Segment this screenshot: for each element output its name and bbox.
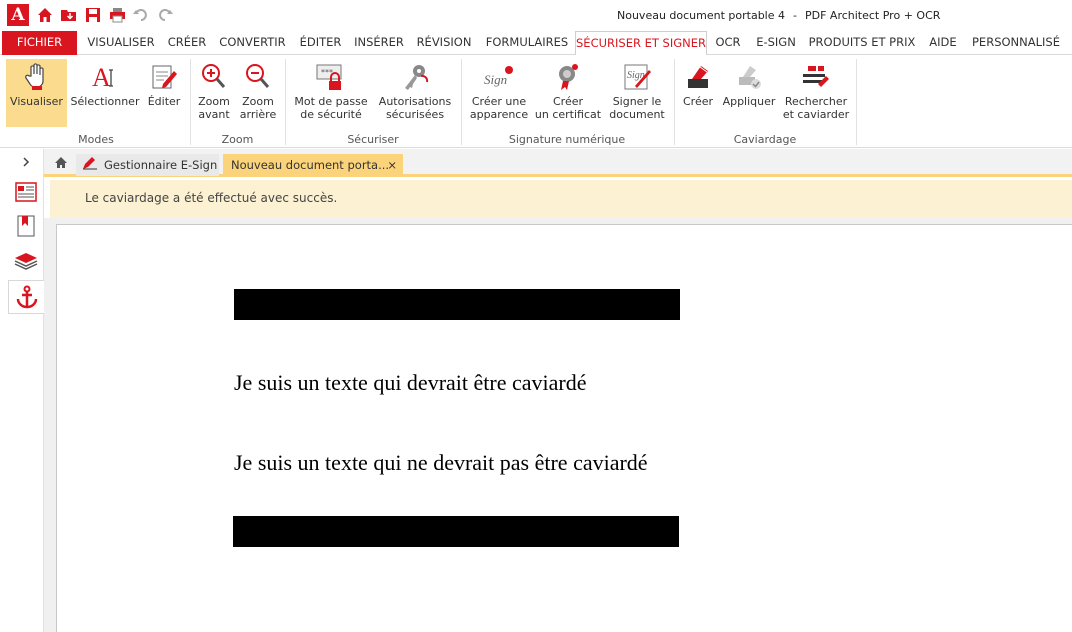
notification-text: Le caviardage a été effectué avec succès… bbox=[85, 191, 338, 205]
title-bar: A Nouveau document portable 4- PDF Archit… bbox=[0, 0, 1072, 31]
redaction-box bbox=[233, 516, 679, 547]
document-line-2: Je suis un texte qui ne devrait pas être… bbox=[234, 450, 648, 475]
document-page: Je suis un texte qui devrait être caviar… bbox=[56, 224, 1072, 632]
selectionner-button[interactable]: A Sélectionner bbox=[70, 59, 140, 127]
key-icon bbox=[375, 59, 455, 95]
hand-icon bbox=[6, 59, 67, 95]
document-line-1: Je suis un texte qui devrait être caviar… bbox=[234, 370, 587, 395]
ribbon: Visualiser A Sélectionner Éditer Modes Z… bbox=[0, 55, 1072, 148]
left-sidebar bbox=[0, 149, 44, 632]
redaction-box bbox=[234, 289, 680, 320]
tab-esign[interactable]: E-SIGN bbox=[751, 31, 801, 55]
anchor-icon[interactable] bbox=[8, 280, 44, 314]
menu-fichier[interactable]: FICHIER bbox=[2, 31, 77, 55]
tab-convertir[interactable]: CONVERTIR bbox=[215, 31, 290, 55]
tab-securiser-et-signer[interactable]: SÉCURISER ET SIGNER bbox=[575, 31, 707, 56]
zoom-avant-button[interactable]: Zoom avant bbox=[194, 59, 234, 127]
save-icon[interactable] bbox=[83, 4, 103, 26]
creer-apparence-button[interactable]: Sign Créer une apparence bbox=[468, 59, 530, 127]
app-logo[interactable]: A bbox=[7, 4, 29, 26]
group-label-zoom: Zoom bbox=[221, 133, 254, 146]
certificate-icon bbox=[534, 59, 602, 95]
zoom-arriere-button[interactable]: Zoom arrière bbox=[237, 59, 279, 127]
tab-current-document[interactable]: Nouveau document porta... × bbox=[223, 154, 403, 176]
creer-certificat-button[interactable]: Créer un certificat bbox=[534, 59, 602, 127]
zoom-in-icon bbox=[194, 59, 234, 95]
signer-document-button[interactable]: Sign Signer le document bbox=[606, 59, 668, 127]
autorisations-button[interactable]: Autorisations sécurisées bbox=[375, 59, 455, 127]
signature-appearance-icon: Sign bbox=[468, 59, 530, 95]
creer-caviardage-button[interactable]: Créer bbox=[680, 59, 716, 127]
tab-creer[interactable]: CRÉER bbox=[162, 31, 212, 55]
ribbon-separator bbox=[856, 59, 857, 145]
document-viewer[interactable]: Je suis un texte qui devrait être caviar… bbox=[44, 218, 1072, 632]
mot-de-passe-button[interactable]: *** Mot de passe de sécurité bbox=[292, 59, 370, 127]
tab-produits-et-prix[interactable]: PRODUITS ET PRIX bbox=[806, 31, 918, 55]
group-label-signature: Signature numérique bbox=[508, 133, 626, 146]
group-label-modes: Modes bbox=[78, 133, 114, 146]
app-name: PDF Architect Pro + OCR bbox=[805, 9, 941, 22]
home-tab-icon[interactable] bbox=[50, 154, 72, 176]
bookmark-icon[interactable] bbox=[8, 209, 44, 243]
tab-inserer[interactable]: INSÉRER bbox=[350, 31, 408, 55]
close-tab-icon[interactable]: × bbox=[387, 154, 397, 176]
tab-gestionnaire-esign[interactable]: Gestionnaire E-Sign bbox=[76, 154, 219, 176]
appliquer-button[interactable]: Appliquer bbox=[720, 59, 778, 127]
pages-thumbnail-icon[interactable] bbox=[8, 175, 44, 209]
group-label-securiser: Sécuriser bbox=[347, 133, 399, 146]
search-redact-icon bbox=[782, 59, 850, 95]
print-icon[interactable] bbox=[107, 4, 127, 26]
apply-redaction-icon bbox=[720, 59, 778, 95]
tab-revision[interactable]: RÉVISION bbox=[412, 31, 476, 55]
redo-icon[interactable] bbox=[155, 4, 175, 26]
visualiser-button[interactable]: Visualiser bbox=[6, 59, 67, 127]
document-title: Nouveau document portable 4 bbox=[617, 9, 786, 22]
expand-sidebar-chevron-icon[interactable] bbox=[8, 149, 44, 175]
redaction-marker-icon bbox=[680, 59, 716, 95]
password-lock-icon: *** bbox=[292, 59, 370, 95]
undo-icon[interactable] bbox=[131, 4, 151, 26]
rechercher-caviarder-button[interactable]: Rechercher et caviarder bbox=[782, 59, 850, 127]
zoom-out-icon bbox=[237, 59, 279, 95]
home-icon[interactable] bbox=[35, 4, 55, 26]
tab-personnalise[interactable]: PERSONNALISÉ bbox=[968, 31, 1064, 55]
tab-formulaires[interactable]: FORMULAIRES bbox=[481, 31, 573, 55]
layers-icon[interactable] bbox=[8, 244, 44, 278]
editer-button[interactable]: Éditer bbox=[143, 59, 185, 127]
group-label-caviardage: Caviardage bbox=[733, 133, 797, 146]
edit-icon bbox=[143, 59, 185, 95]
sign-document-icon: Sign bbox=[606, 59, 668, 95]
tab-ocr[interactable]: OCR bbox=[710, 31, 746, 55]
document-tabs: Gestionnaire E-Sign Nouveau document por… bbox=[44, 149, 1072, 177]
tab-editer[interactable]: ÉDITER bbox=[294, 31, 347, 55]
tab-visualiser[interactable]: VISUALISER bbox=[83, 31, 159, 55]
tab-aide[interactable]: AIDE bbox=[922, 31, 964, 55]
menu-bar: FICHIER VISUALISER CRÉER CONVERTIR ÉDITE… bbox=[0, 31, 1072, 56]
window-title: Nouveau document portable 4- PDF Architec… bbox=[617, 9, 941, 22]
pen-icon bbox=[82, 155, 98, 177]
text-select-icon: A bbox=[70, 59, 140, 95]
open-icon[interactable] bbox=[59, 4, 79, 26]
svg-text:Sign: Sign bbox=[484, 72, 507, 87]
svg-text:A: A bbox=[92, 63, 111, 92]
notification-bar: Le caviardage a été effectué avec succès… bbox=[50, 180, 1072, 218]
